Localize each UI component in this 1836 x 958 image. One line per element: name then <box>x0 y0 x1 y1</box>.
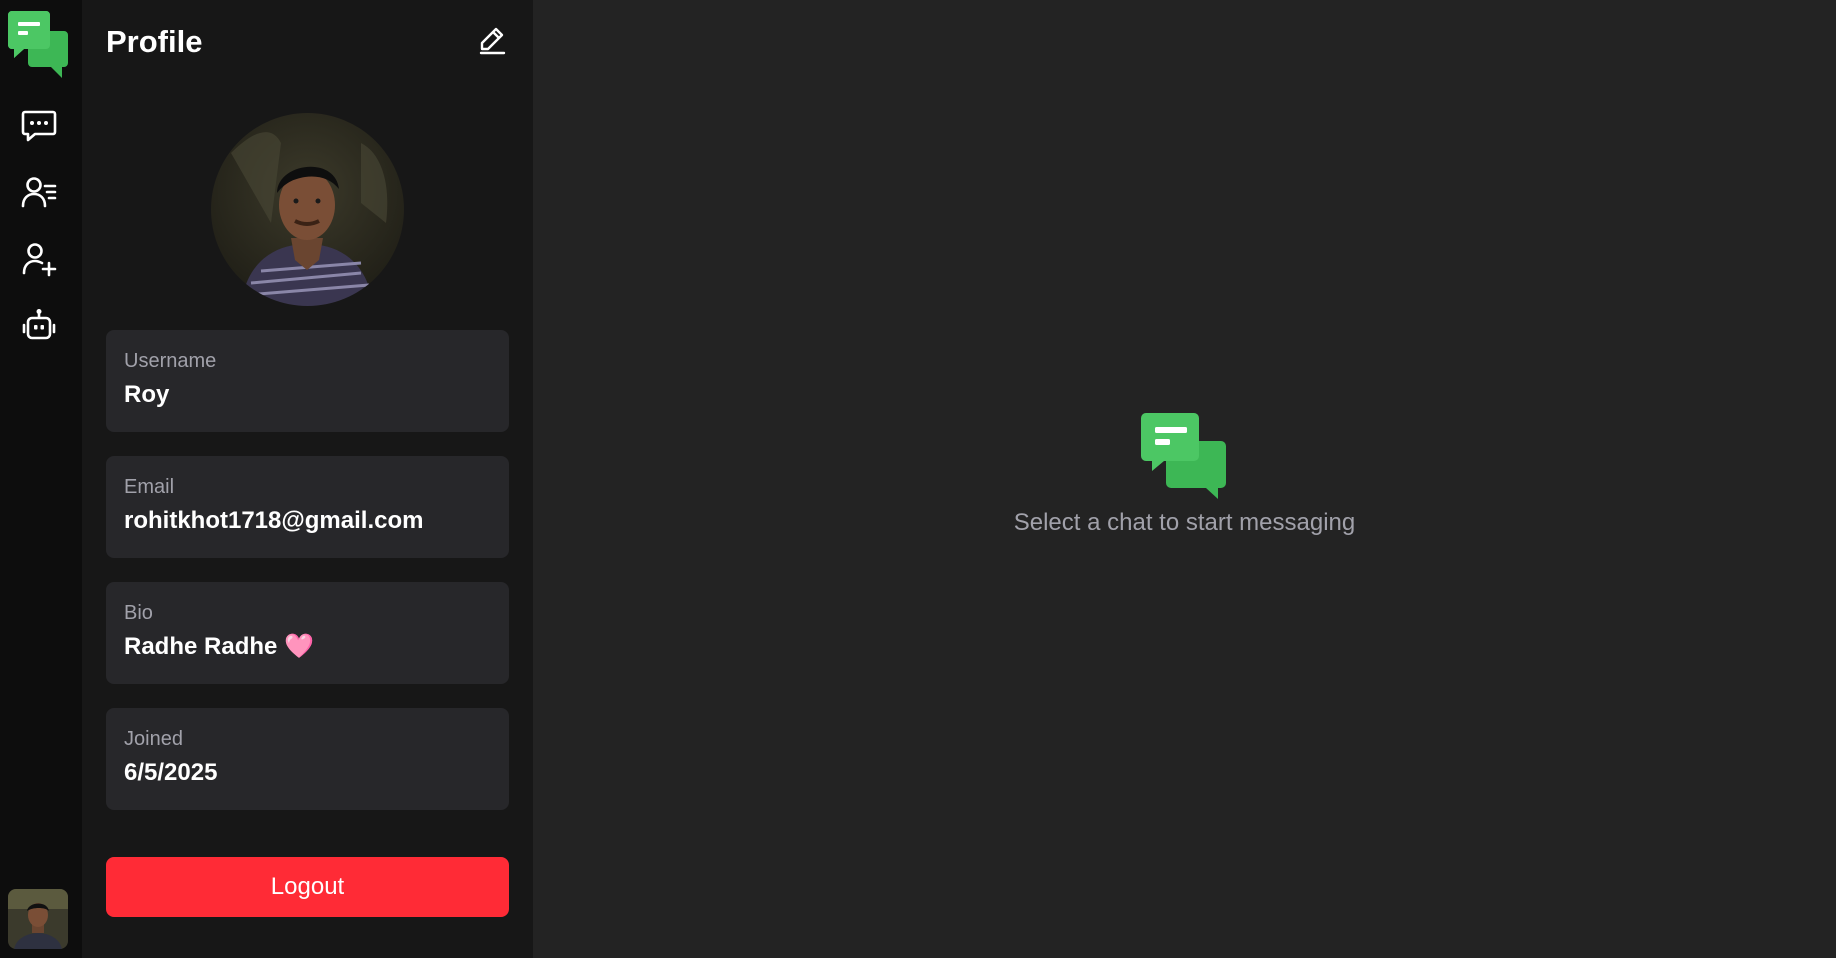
username-label: Username <box>124 350 217 372</box>
joined-card: Joined 6/5/2025 <box>106 708 509 810</box>
rail-item-add-contact[interactable] <box>16 238 62 284</box>
logout-button[interactable]: Logout <box>106 857 509 917</box>
edit-profile-button[interactable] <box>475 25 509 59</box>
bio-value: Radhe Radhe 🩷 <box>124 633 314 660</box>
email-value: rohitkhot1718@gmail.com <box>124 507 424 534</box>
profile-header: Profile <box>106 22 509 62</box>
joined-value: 6/5/2025 <box>124 759 218 786</box>
contacts-list-icon <box>20 173 58 216</box>
bio-card: Bio Radhe Radhe 🩷 <box>106 582 509 684</box>
user-avatar[interactable] <box>8 889 68 949</box>
add-user-icon <box>20 240 58 283</box>
profile-panel: Profile Username Roy Email rohitkhot1718… <box>82 0 533 958</box>
edit-pencil-icon <box>477 25 507 60</box>
username-card: Username Roy <box>106 330 509 432</box>
chat-icon <box>20 106 58 149</box>
bot-icon <box>20 307 58 350</box>
app-window: Profile Username Roy Email rohitkhot1718… <box>0 0 1836 958</box>
email-card: Email rohitkhot1718@gmail.com <box>106 456 509 558</box>
email-label: Email <box>124 476 175 498</box>
empty-state-message: Select a chat to start messaging <box>1013 509 1356 536</box>
rail-item-bot[interactable] <box>16 305 62 351</box>
username-value: Roy <box>124 381 170 408</box>
rail-item-contacts[interactable] <box>16 171 62 217</box>
profile-avatar <box>211 113 404 306</box>
chat-area: Select a chat to start messaging <box>533 0 1836 958</box>
chat-bubbles-logo-icon <box>8 9 70 79</box>
page-title: Profile <box>106 24 203 59</box>
rail-item-chats[interactable] <box>16 104 62 150</box>
chat-bubbles-icon <box>1140 411 1229 499</box>
joined-label: Joined <box>124 728 183 750</box>
nav-rail <box>0 0 82 958</box>
bio-label: Bio <box>124 602 153 624</box>
empty-state: Select a chat to start messaging <box>533 411 1836 537</box>
